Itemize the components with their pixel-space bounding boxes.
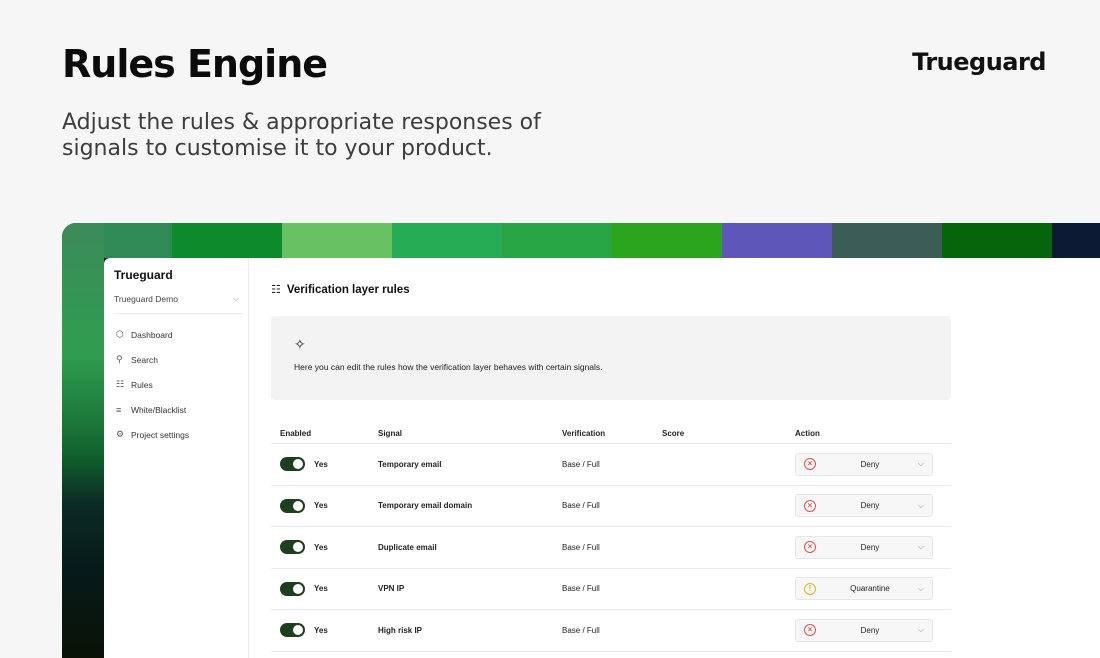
sparkle-icon: ✧ bbox=[294, 336, 306, 352]
shield-icon: ⬡ bbox=[116, 329, 124, 339]
signal-name: Temporary email bbox=[378, 459, 442, 469]
table-row: Yes VPN IP Base / Full ! Quarantine ⌵ bbox=[271, 569, 951, 610]
table-header: Enabled Signal Verification Score Action bbox=[271, 428, 951, 444]
color-stripe bbox=[392, 223, 502, 258]
action-label: Deny bbox=[860, 625, 880, 635]
warning-icon: ! bbox=[804, 582, 816, 595]
app-window: Trueguard Trueguard Demo ⌵ ⬡ Dashboard ⚲… bbox=[104, 258, 1100, 658]
verification-value: Base / Full bbox=[562, 584, 600, 594]
chevron-down-icon: ⌵ bbox=[917, 583, 924, 593]
action-select[interactable]: × Deny ⌵ bbox=[795, 452, 933, 476]
color-stripe bbox=[612, 223, 722, 258]
section-heading: ☷ Verification layer rules bbox=[271, 283, 1100, 297]
list-icon: ≡ bbox=[116, 404, 122, 415]
action-select[interactable]: × Deny ⌵ bbox=[795, 535, 933, 559]
search-icon: ⚲ bbox=[116, 354, 123, 364]
enabled-label: Yes bbox=[314, 542, 328, 552]
deny-icon: × bbox=[804, 499, 816, 512]
col-score: Score bbox=[662, 428, 685, 438]
action-select[interactable]: × Deny ⌵ bbox=[795, 618, 933, 642]
deny-icon: × bbox=[804, 458, 816, 471]
enabled-toggle[interactable] bbox=[280, 498, 305, 513]
chevron-down-icon: ⌵ bbox=[232, 294, 239, 303]
enabled-toggle[interactable] bbox=[280, 581, 305, 596]
signal-name: Duplicate email bbox=[378, 542, 437, 552]
page-subtitle: Adjust the rules & appropriate responses… bbox=[62, 110, 541, 161]
deny-icon: × bbox=[804, 541, 816, 554]
info-text: Here you can edit the rules how the veri… bbox=[294, 362, 603, 372]
project-name: Trueguard Demo bbox=[114, 294, 178, 304]
sidebar-item-whitelist[interactable]: ≡ White/Blacklist bbox=[114, 397, 243, 422]
sidebar-item-label: Dashboard bbox=[131, 329, 173, 340]
main-content: ☷ Verification layer rules ✧ Here you ca… bbox=[249, 258, 1100, 658]
color-stripe bbox=[722, 223, 832, 258]
action-select[interactable]: ! Quarantine ⌵ bbox=[795, 577, 933, 601]
project-selector[interactable]: Trueguard Demo ⌵ bbox=[114, 294, 243, 314]
col-verification: Verification bbox=[562, 428, 606, 438]
enabled-label: Yes bbox=[314, 625, 328, 635]
sidebar-item-label: Project settings bbox=[131, 429, 190, 440]
action-label: Quarantine bbox=[850, 584, 890, 594]
signal-name: VPN IP bbox=[378, 584, 405, 594]
action-label: Deny bbox=[860, 459, 880, 469]
signal-name: Temporary email domain bbox=[378, 501, 473, 511]
sidebar-item-project-settings[interactable]: ⚙ Project settings bbox=[114, 422, 243, 447]
table-row: Yes Duplicate email Base / Full × Deny ⌵ bbox=[271, 527, 951, 569]
info-box: ✧ Here you can edit the rules how the ve… bbox=[271, 316, 951, 400]
col-enabled: Enabled bbox=[280, 428, 312, 438]
color-stripe bbox=[942, 223, 1052, 258]
section-heading-text: Verification layer rules bbox=[286, 283, 410, 296]
deny-icon: × bbox=[804, 624, 816, 637]
sidebar-brand: Trueguard bbox=[114, 268, 173, 282]
enabled-toggle[interactable] bbox=[280, 540, 305, 555]
gradient-band bbox=[62, 223, 104, 658]
sidebar-item-label: White/Blacklist bbox=[131, 404, 187, 415]
sidebar-item-search[interactable]: ⚲ Search bbox=[114, 347, 243, 372]
verification-value: Base / Full bbox=[562, 542, 600, 552]
sidebar-item-label: Search bbox=[131, 354, 158, 365]
action-label: Deny bbox=[860, 542, 880, 552]
signal-name: High risk IP bbox=[378, 625, 423, 635]
enabled-toggle[interactable] bbox=[280, 623, 305, 638]
enabled-label: Yes bbox=[314, 584, 328, 594]
chevron-down-icon: ⌵ bbox=[917, 625, 924, 635]
color-stripe bbox=[502, 223, 612, 258]
sidebar-item-dashboard[interactable]: ⬡ Dashboard bbox=[114, 322, 243, 347]
chevron-down-icon: ⌵ bbox=[917, 542, 924, 552]
brand-logo: Trueguard bbox=[912, 48, 1046, 76]
color-stripe bbox=[1052, 223, 1100, 258]
checklist-icon: ☷ bbox=[271, 284, 281, 296]
enabled-toggle[interactable] bbox=[280, 457, 305, 472]
sidebar-item-label: Rules bbox=[131, 379, 153, 390]
col-signal: Signal bbox=[378, 428, 403, 438]
action-select[interactable]: × Deny ⌵ bbox=[795, 494, 933, 518]
table-row: Yes High risk IP Base / Full × Deny ⌵ bbox=[271, 610, 951, 652]
checklist-icon: ☷ bbox=[116, 379, 125, 389]
gear-icon: ⚙ bbox=[116, 429, 125, 439]
color-stripes bbox=[62, 223, 1100, 258]
rules-table: Enabled Signal Verification Score Action… bbox=[271, 428, 951, 652]
verification-value: Base / Full bbox=[562, 625, 600, 635]
color-stripe bbox=[832, 223, 942, 258]
chevron-down-icon: ⌵ bbox=[917, 459, 924, 469]
enabled-label: Yes bbox=[314, 459, 328, 469]
sidebar: Trueguard Trueguard Demo ⌵ ⬡ Dashboard ⚲… bbox=[104, 258, 249, 658]
action-label: Deny bbox=[860, 501, 880, 511]
enabled-label: Yes bbox=[314, 501, 328, 511]
table-row: Yes Temporary email Base / Full × Deny ⌵ bbox=[271, 444, 951, 486]
table-row: Yes Temporary email domain Base / Full ×… bbox=[271, 486, 951, 527]
chevron-down-icon: ⌵ bbox=[917, 500, 924, 510]
page-title: Rules Engine bbox=[62, 42, 328, 86]
app-showcase: Trueguard Trueguard Demo ⌵ ⬡ Dashboard ⚲… bbox=[62, 223, 1100, 658]
verification-value: Base / Full bbox=[562, 459, 600, 469]
verification-value: Base / Full bbox=[562, 501, 600, 511]
col-action: Action bbox=[795, 428, 820, 438]
sidebar-item-rules[interactable]: ☷ Rules bbox=[114, 372, 243, 397]
color-stripe bbox=[282, 223, 392, 258]
color-stripe bbox=[172, 223, 282, 258]
